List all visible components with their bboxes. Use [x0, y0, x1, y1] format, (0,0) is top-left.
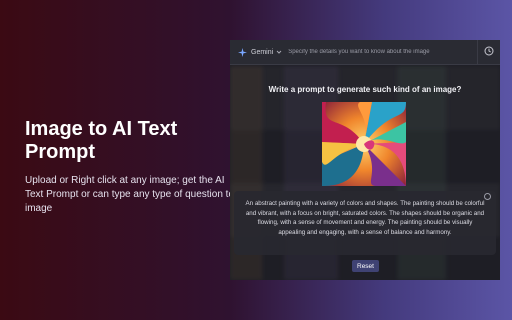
clock-icon: [484, 43, 494, 61]
history-button[interactable]: [477, 40, 500, 64]
reset-button[interactable]: Reset: [352, 260, 379, 272]
prompt-input[interactable]: [288, 45, 479, 59]
promo-description: Upload or Right click at any image; get …: [25, 175, 235, 214]
promo-title: Image to AI Text Prompt: [25, 118, 178, 163]
uploaded-image: [322, 102, 406, 186]
extension-panel: Gemini Write a prompt to generate such k…: [230, 40, 500, 280]
description-card: An abstract painting with a variety of c…: [234, 191, 496, 255]
chevron-down-icon: [276, 49, 282, 55]
model-label: Gemini: [251, 48, 274, 56]
prompt-heading: Write a prompt to generate such kind of …: [268, 85, 462, 94]
close-icon[interactable]: [484, 193, 491, 200]
model-select[interactable]: Gemini: [251, 49, 282, 56]
promo-section: Image to AI Text Prompt Upload or Right …: [25, 118, 235, 216]
generated-prompt: An abstract painting with a variety of c…: [245, 200, 485, 236]
prompt-bar: Gemini: [230, 40, 500, 65]
sparkle-icon: [237, 47, 247, 57]
